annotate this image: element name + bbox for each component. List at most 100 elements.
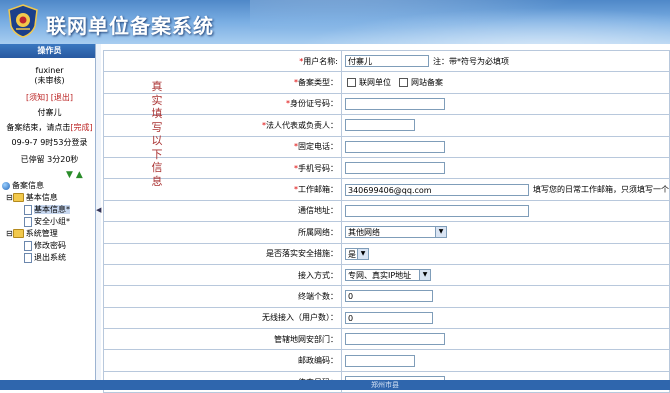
tree-group-system-label: 系统管理 [25,229,58,238]
banner-decoration [250,0,670,44]
tree-root-label: 备案信息 [12,181,44,190]
document-icon [24,240,32,251]
police-emblem-icon [8,4,38,38]
postcode-label: 邮政编码： [103,349,342,372]
form-row-phone: *固定电话： [103,135,670,158]
legal-input[interactable] [345,119,415,132]
registration-form: *用户名称: 付寨儿 注：带*符号为必填项 *备案类型： 联网单位 网站备案 *身份… [103,49,670,393]
tree-group-basic[interactable]: ⊟ 基本信息 [2,192,98,204]
required-note: 注：带*符号为必填项 [433,56,509,66]
finish-link[interactable]: [完成] [70,123,92,132]
form-row-measures: 是否落实安全措施： 是 ▼ [103,242,670,265]
nav-tree: 备案信息 ⊟ 基本信息 基本信息* 安全小组* ⊟ 系统管理 修改密码 退出系统 [2,180,98,264]
wireless-label: 无线接入（用户数）： [103,306,342,330]
folder-icon [12,229,24,238]
police-input[interactable] [345,333,445,346]
fill-truthfully-note: 真 实 填 写 以 下 信 息 [150,80,164,188]
note-char: 下 [151,147,163,161]
mobile-input[interactable] [345,162,445,175]
access-label: 接入方式： [103,263,342,287]
police-label: 管辖地网安部门： [103,328,342,351]
tree-group-system[interactable]: ⊟ 系统管理 [2,228,98,240]
email-label: *工作邮箱： [103,178,342,201]
sidebar: 操作员 fuxiner (未审核) [须知] [退出] 付寨儿 备案结束，请点击… [0,44,100,380]
wireless-input[interactable]: 0 [345,311,433,324]
footer: 郑州市县 [100,380,670,390]
note-char: 实 [151,93,163,107]
idcard-input[interactable] [345,97,445,110]
website-checkbox[interactable] [399,78,408,88]
notice-link[interactable]: [须知] [26,93,48,102]
terminals-label: 终端个数： [103,285,342,308]
form-row-police: 管辖地网安部门： [103,328,670,351]
arrow-down-icon[interactable]: ▼ [66,170,73,180]
chevron-down-icon: ▼ [435,227,446,238]
note-char: 以 [151,134,163,147]
phone-input[interactable] [345,140,445,153]
tree-item-exit-label: 退出系统 [34,253,66,262]
arrow-up-icon[interactable]: ▲ [76,170,83,180]
network-select[interactable]: 其他网络 ▼ [345,226,447,239]
form-row-access: 接入方式： 专网、真实IP地址 ▼ [103,263,670,287]
form-row-mobile: *手机号码： [103,156,670,180]
document-icon [24,216,32,227]
address-input[interactable] [345,204,529,217]
operator-status: (未审核) [34,76,65,85]
username-input[interactable]: 付寨儿 [345,55,429,68]
operator-links: [须知] [退出] [0,91,99,104]
form-row-postcode: 邮政编码： [103,349,670,372]
measures-label: 是否落实安全措施： [103,242,342,265]
measures-select-value: 是 [348,249,356,259]
form-row-network: 所属网络： 其他网络 ▼ [103,221,670,244]
postcode-input[interactable] [345,354,415,367]
form-row-email: *工作邮箱： 340699406@qq.com 填写您的日常工作邮箱，只须填写一个 [103,178,670,201]
tree-item-change-password[interactable]: 修改密码 [2,240,98,252]
terminals-input[interactable]: 0 [345,290,433,303]
tree-item-change-password-label: 修改密码 [34,241,66,250]
sidebar-arrows: ▼ ▲ [66,170,83,180]
main-content: *用户名称: 付寨儿 注：带*符号为必填项 *备案类型： 联网单位 网站备案 *身份… [100,46,670,393]
document-icon [24,204,32,215]
note-char: 息 [151,174,163,188]
document-icon [24,252,32,263]
unit-checkbox-label: 联网单位 [359,78,391,88]
form-row-type: *备案类型： 联网单位 网站备案 [103,71,670,94]
login-time: 09-9-7 9时53分登录 [11,138,88,147]
app-title: 联网单位备案系统 [46,14,214,38]
tree-item-security-group[interactable]: 安全小组* [2,216,98,228]
type-label: *备案类型： [103,71,342,94]
email-input[interactable]: 340699406@qq.com [345,183,529,196]
tree-item-exit[interactable]: 退出系统 [2,252,98,264]
form-row-terminals: 终端个数： 0 [103,285,670,308]
note-char: 信 [151,161,163,174]
form-row-idcard: *身份证号码： [103,92,670,116]
globe-icon [2,181,10,190]
tree-group-basic-label: 基本信息 [25,193,58,202]
stay-time: 已停留 3分20秒 [20,155,79,164]
idcard-label: *身份证号码： [103,92,342,116]
sidebar-header: 操作员 [0,44,99,58]
finish-line: 备案结束，请点击[完成] [0,121,99,134]
mobile-label: *手机号码： [103,156,342,180]
network-label: 所属网络： [103,221,342,244]
username-label: *用户名称: [103,49,342,73]
measures-select[interactable]: 是 ▼ [345,247,369,260]
access-select[interactable]: 专网、真实IP地址 ▼ [345,269,431,282]
operator-info: fuxiner (未审核) [须知] [退出] 付寨儿 备案结束，请点击[完成]… [0,58,99,166]
website-checkbox-label: 网站备案 [411,78,443,88]
tree-item-security-group-label: 安全小组* [34,217,70,226]
folder-icon [12,193,24,202]
unit-name: 付寨儿 [37,108,62,117]
logout-link[interactable]: [退出] [51,93,73,102]
finish-text: 备案结束，请点击 [6,123,71,132]
form-row-wireless: 无线接入（用户数）： 0 [103,306,670,330]
unit-checkbox[interactable] [347,78,356,88]
form-row-username: *用户名称: 付寨儿 注：带*符号为必填项 [103,49,670,73]
address-label: 通信地址： [103,199,342,223]
tree-root[interactable]: 备案信息 [2,180,98,192]
tree-item-basic-info[interactable]: 基本信息* [2,204,98,216]
note-char: 填 [151,107,163,120]
email-note: 填写您的日常工作邮箱，只须填写一个 [533,185,669,195]
network-select-value: 其他网络 [348,228,380,238]
footer-left [0,380,100,390]
